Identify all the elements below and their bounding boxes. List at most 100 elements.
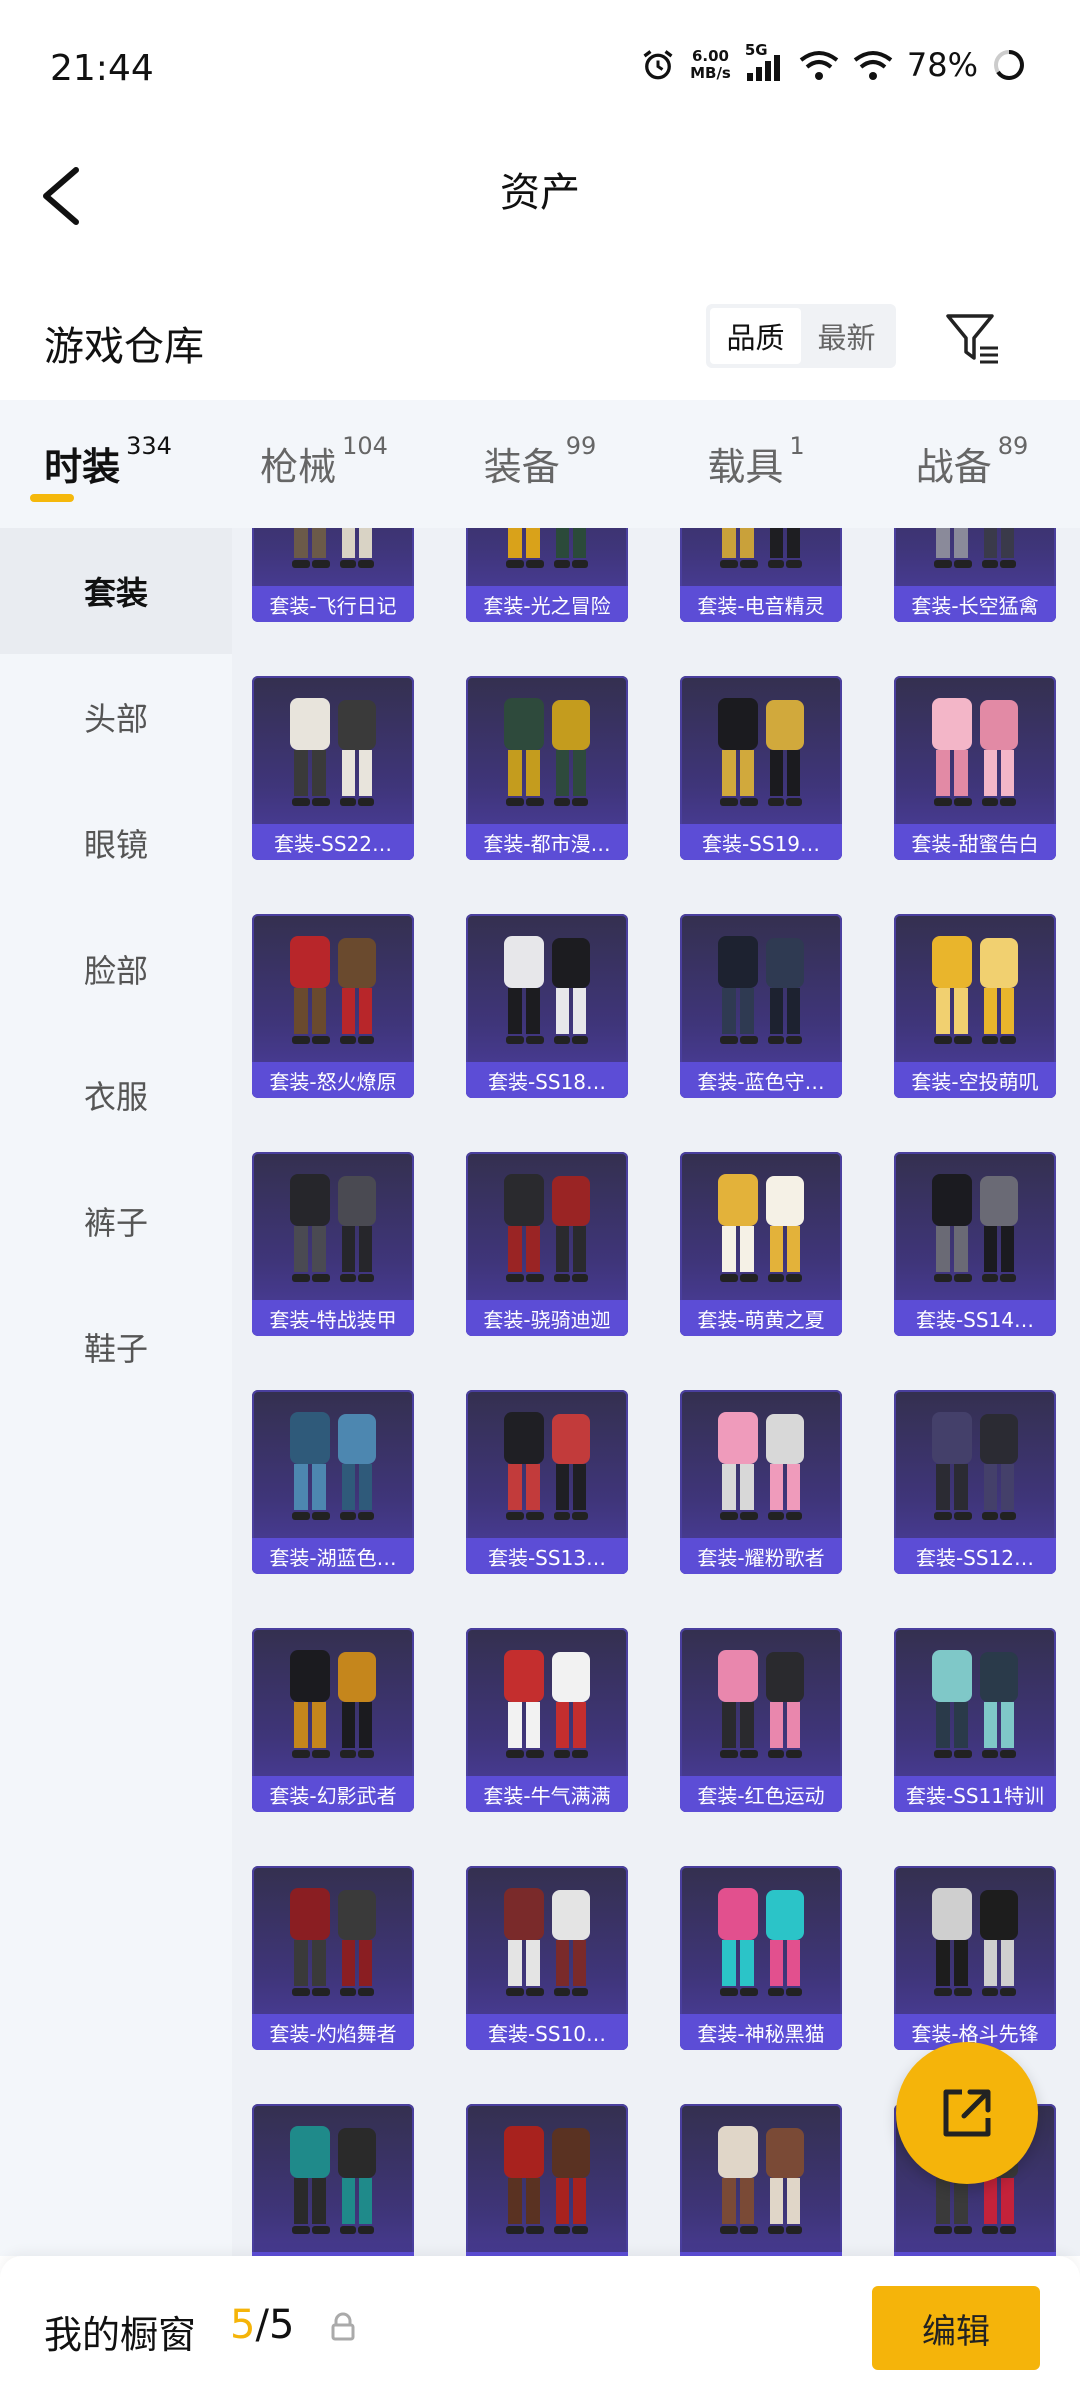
outfit-image bbox=[504, 2126, 590, 2234]
outfit-image bbox=[718, 698, 804, 806]
outfit-label: 套装-骁骑迪迦 bbox=[466, 1300, 628, 1336]
outfit-image bbox=[932, 698, 1018, 806]
outfit-image bbox=[504, 1650, 590, 1758]
outfit-image bbox=[718, 1888, 804, 1996]
outfit-card[interactable]: 套装-特战装甲 bbox=[252, 1152, 414, 1336]
tab-guns[interactable]: 枪械 104 bbox=[216, 400, 432, 528]
sidebar-item-pants[interactable]: 裤子 bbox=[0, 1158, 232, 1284]
outfit-image bbox=[932, 936, 1018, 1044]
outfit-card[interactable]: 套装-SS10… bbox=[466, 1866, 628, 2050]
outfit-label: 套装-SS18… bbox=[466, 1062, 628, 1098]
showcase-title: 我的橱窗 bbox=[44, 2313, 197, 2357]
sidebar: 套装 头部 眼镜 脸部 衣服 裤子 鞋子 bbox=[0, 528, 232, 2256]
outfit-label: 套装-SS10… bbox=[466, 2014, 628, 2050]
sidebar-item-glasses[interactable]: 眼镜 bbox=[0, 780, 232, 906]
outfit-image bbox=[290, 936, 376, 1044]
outfit-label: 套装-光之冒险 bbox=[466, 586, 628, 622]
outfit-card[interactable]: 套装-电音精灵 bbox=[680, 528, 842, 622]
outfit-image bbox=[504, 1412, 590, 1520]
outfit-card[interactable]: 套装-耀粉歌者 bbox=[680, 1390, 842, 1574]
sidebar-item-head[interactable]: 头部 bbox=[0, 654, 232, 780]
outfit-label: 套装-蓝色守… bbox=[680, 1062, 842, 1098]
outfit-label: 套装-甜蜜告白 bbox=[894, 824, 1056, 860]
filter-icon[interactable] bbox=[942, 308, 1002, 368]
outfit-label: 套装-湖蓝色… bbox=[252, 1538, 414, 1574]
share-float-button[interactable] bbox=[896, 2042, 1038, 2184]
outfit-label: 套装-红色运动 bbox=[680, 1776, 842, 1812]
tab-war-prep[interactable]: 战备 89 bbox=[864, 400, 1080, 528]
sidebar-item-face[interactable]: 脸部 bbox=[0, 906, 232, 1032]
outfit-image bbox=[718, 1650, 804, 1758]
active-tab-indicator bbox=[30, 494, 74, 502]
outfit-label: 套装-萌黄之夏 bbox=[680, 1300, 842, 1336]
outfit-label: 套装-特战装甲 bbox=[252, 1300, 414, 1336]
section-header: 游戏仓库 品质 最新 bbox=[0, 290, 1080, 390]
outfit-card[interactable]: 套装-SS14… bbox=[894, 1152, 1056, 1336]
outfit-card[interactable]: 套装-湖蓝色… bbox=[252, 1390, 414, 1574]
outfit-label: 套装-飞行日记 bbox=[252, 586, 414, 622]
outfit-image bbox=[292, 528, 374, 568]
outfit-label: 套装-长空猛禽 bbox=[894, 586, 1056, 622]
sort-quality-button[interactable]: 品质 bbox=[710, 308, 801, 364]
outfit-image bbox=[290, 1888, 376, 1996]
status-time: 21:44 bbox=[50, 48, 154, 89]
outfit-image bbox=[290, 2126, 376, 2234]
outfit-card[interactable]: 套装-SS9特训 bbox=[680, 2104, 842, 2256]
outfit-card[interactable]: 套装-光之冒险 bbox=[466, 528, 628, 622]
outfit-card[interactable]: 套装-SS19… bbox=[680, 676, 842, 860]
outfit-card[interactable]: 套装-龙腾铠年 bbox=[466, 2104, 628, 2256]
outfit-card[interactable]: 套装-蓝色守… bbox=[680, 914, 842, 1098]
outfit-card[interactable]: 套装-红色运动 bbox=[680, 1628, 842, 1812]
tab-fashion[interactable]: 时装 334 bbox=[0, 400, 216, 528]
showcase-bar: 我的橱窗 5/5 编辑 bbox=[0, 2256, 1080, 2400]
outfit-label: 套装-SS13… bbox=[466, 1538, 628, 1574]
outfit-card[interactable]: 套装-神秘黑猫 bbox=[680, 1866, 842, 2050]
sidebar-item-shoes[interactable]: 鞋子 bbox=[0, 1284, 232, 1410]
outfit-card[interactable]: 套装-骁骑迪迦 bbox=[466, 1152, 628, 1336]
share-external-icon bbox=[943, 2089, 991, 2137]
net-speed-value: 6.00 bbox=[691, 47, 729, 65]
sidebar-item-suit[interactable]: 套装 bbox=[0, 528, 232, 654]
outfit-card[interactable]: 套装-潮流先锋 bbox=[252, 2104, 414, 2256]
outfit-image bbox=[718, 936, 804, 1044]
outfit-label: 套装-SS11特训 bbox=[894, 1776, 1056, 1812]
outfit-card[interactable]: 套装-SS22… bbox=[252, 676, 414, 860]
outfit-image bbox=[718, 2126, 804, 2234]
outfit-card[interactable]: 套装-萌黄之夏 bbox=[680, 1152, 842, 1336]
outfit-label: 套装-都市漫… bbox=[466, 824, 628, 860]
outfit-card[interactable]: 套装-都市漫… bbox=[466, 676, 628, 860]
outfit-card[interactable]: 套装-SS11特训 bbox=[894, 1628, 1056, 1812]
outfit-card[interactable]: 套装-甜蜜告白 bbox=[894, 676, 1056, 860]
outfit-label: 套装-怒火燎原 bbox=[252, 1062, 414, 1098]
sort-latest-button[interactable]: 最新 bbox=[801, 308, 892, 364]
outfit-label: 套装-神秘黑猫 bbox=[680, 2014, 842, 2050]
outfit-image bbox=[932, 1174, 1018, 1282]
outfit-card[interactable]: 套装-长空猛禽 bbox=[894, 528, 1056, 622]
outfit-image bbox=[934, 528, 1016, 568]
outfit-image bbox=[506, 528, 588, 568]
nav-bar: 资产 bbox=[0, 140, 1080, 260]
outfit-card[interactable]: 套装-牛气满满 bbox=[466, 1628, 628, 1812]
outfit-card[interactable]: 套装-格斗先锋 bbox=[894, 1866, 1056, 2050]
outfit-card[interactable]: 套装-SS12… bbox=[894, 1390, 1056, 1574]
sort-toggle: 品质 最新 bbox=[706, 304, 896, 368]
outfit-card[interactable]: 套装-怒火燎原 bbox=[252, 914, 414, 1098]
outfit-card[interactable]: 套装-SS18… bbox=[466, 914, 628, 1098]
outfit-card[interactable]: 套装-灼焰舞者 bbox=[252, 1866, 414, 2050]
outfit-label: 套装-空投萌叽 bbox=[894, 1062, 1056, 1098]
outfit-label: 套装-SS19… bbox=[680, 824, 842, 860]
tab-vehicles[interactable]: 载具 1 bbox=[648, 400, 864, 528]
edit-button[interactable]: 编辑 bbox=[872, 2286, 1040, 2370]
outfit-card[interactable]: 套装-空投萌叽 bbox=[894, 914, 1056, 1098]
outfit-image bbox=[718, 1174, 804, 1282]
outfit-card[interactable]: 套装-SS13… bbox=[466, 1390, 628, 1574]
tab-equipment[interactable]: 装备 99 bbox=[432, 400, 648, 528]
outfit-label: 套装-SS22… bbox=[252, 824, 414, 860]
outfit-label: 套装-耀粉歌者 bbox=[680, 1538, 842, 1574]
outfit-card[interactable]: 套装-飞行日记 bbox=[252, 528, 414, 622]
sidebar-item-clothes[interactable]: 衣服 bbox=[0, 1032, 232, 1158]
net-speed-unit: MB/s bbox=[690, 64, 731, 82]
outfit-image bbox=[504, 1888, 590, 1996]
outfit-card[interactable]: 套装-幻影武者 bbox=[252, 1628, 414, 1812]
outfit-image bbox=[932, 1412, 1018, 1520]
